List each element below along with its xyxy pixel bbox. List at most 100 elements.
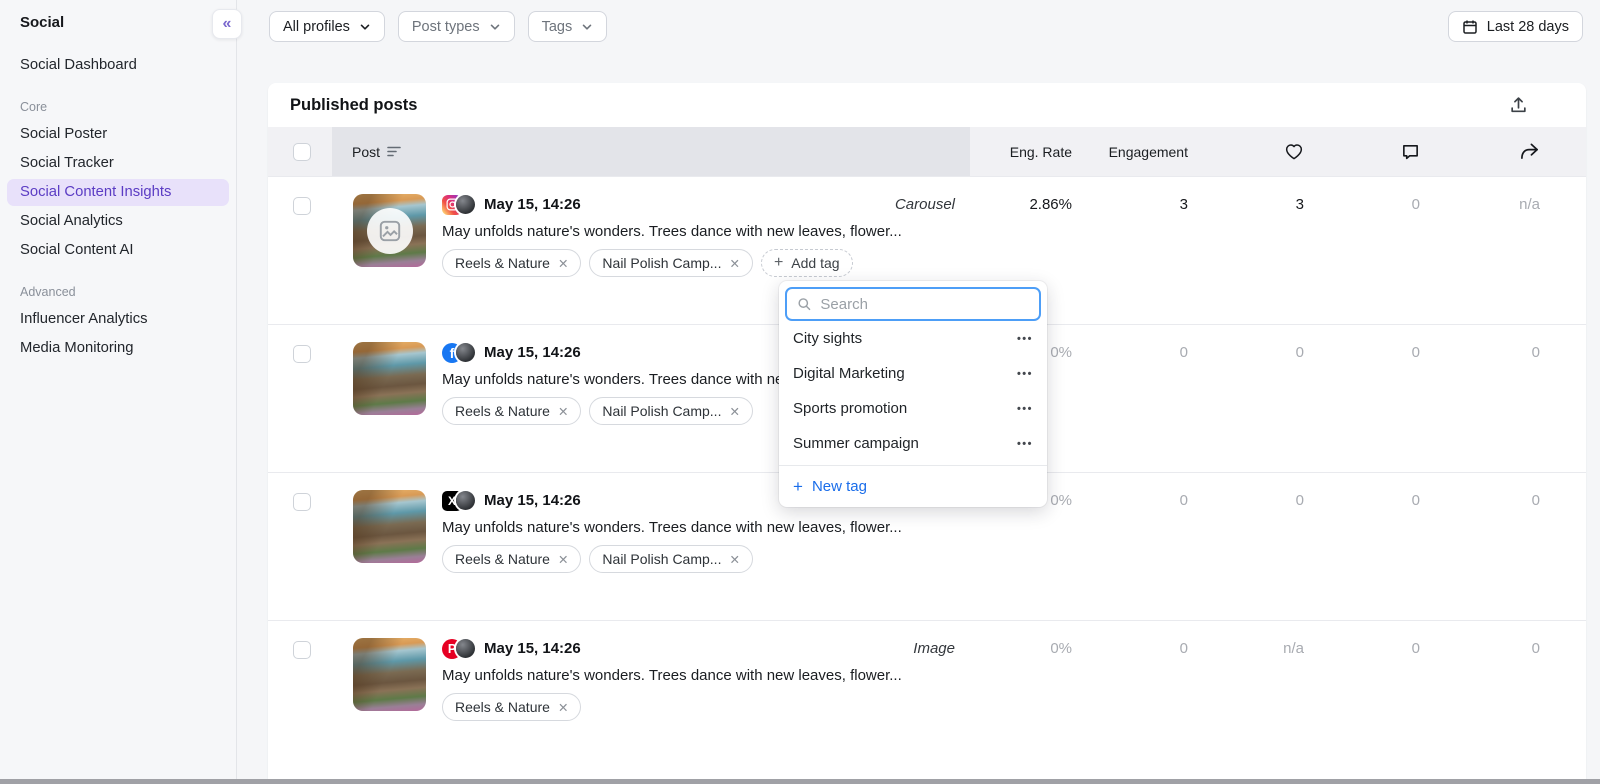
profile-avatar bbox=[456, 343, 475, 362]
tag-option-digital-marketing[interactable]: Digital Marketing ••• bbox=[779, 356, 1047, 391]
row-checkbox[interactable] bbox=[293, 641, 311, 659]
post-types-filter-label: Post types bbox=[412, 19, 480, 35]
sidebar-item-social-content-ai[interactable]: Social Content AI bbox=[7, 237, 229, 264]
comments-value: 0 bbox=[1304, 325, 1420, 472]
remove-tag-icon[interactable]: ✕ bbox=[729, 404, 739, 419]
post-cell: P May 15, 14:26 Image May unfolds nature… bbox=[332, 621, 970, 768]
sidebar-item-social-content-insights[interactable]: Social Content Insights bbox=[7, 179, 229, 206]
tag-chip[interactable]: Nail Polish Camp...✕ bbox=[589, 545, 753, 573]
column-header-engagement[interactable]: Engagement bbox=[1072, 127, 1188, 176]
profiles-filter-label: All profiles bbox=[283, 19, 350, 35]
tag-chip[interactable]: Reels & Nature✕ bbox=[442, 545, 581, 573]
horizontal-scrollbar[interactable] bbox=[0, 779, 1600, 784]
tag-dropdown: City sights ••• Digital Marketing ••• Sp… bbox=[779, 281, 1047, 507]
post-thumbnail[interactable] bbox=[353, 490, 426, 563]
sidebar-item-social-dashboard[interactable]: Social Dashboard bbox=[7, 52, 229, 79]
more-options-icon[interactable]: ••• bbox=[1017, 368, 1033, 380]
tag-chip[interactable]: Reels & Nature✕ bbox=[442, 249, 581, 277]
post-type-label: Image bbox=[913, 640, 955, 657]
search-icon bbox=[797, 296, 811, 312]
post-tags: Reels & Nature✕ Nail Polish Camp...✕ bbox=[442, 545, 955, 573]
tag-chip[interactable]: Nail Polish Camp...✕ bbox=[589, 397, 753, 425]
tag-chip[interactable]: Reels & Nature✕ bbox=[442, 397, 581, 425]
sidebar-item-social-poster[interactable]: Social Poster bbox=[7, 121, 229, 148]
eng-rate-value: 0% bbox=[970, 621, 1072, 768]
more-options-icon[interactable]: ••• bbox=[1017, 403, 1033, 415]
remove-tag-icon[interactable]: ✕ bbox=[729, 256, 739, 271]
calendar-icon bbox=[1462, 19, 1478, 35]
likes-value: 0 bbox=[1188, 473, 1304, 620]
post-thumbnail[interactable] bbox=[353, 342, 426, 415]
post-text: May unfolds nature's wonders. Trees danc… bbox=[442, 223, 955, 240]
sidebar-item-social-tracker[interactable]: Social Tracker bbox=[7, 150, 229, 177]
comment-icon bbox=[1401, 142, 1420, 161]
remove-tag-icon[interactable]: ✕ bbox=[558, 700, 568, 715]
engagement-value: 3 bbox=[1072, 177, 1188, 324]
date-range-button[interactable]: Last 28 days bbox=[1448, 11, 1583, 42]
post-date: May 15, 14:26 bbox=[484, 640, 581, 657]
shares-value: n/a bbox=[1420, 177, 1540, 324]
chevron-down-icon bbox=[359, 21, 371, 33]
comments-value: 0 bbox=[1304, 177, 1420, 324]
remove-tag-icon[interactable]: ✕ bbox=[558, 256, 568, 271]
row-checkbox[interactable] bbox=[293, 345, 311, 363]
social-content-insights-page: Social Social Dashboard Core Social Post… bbox=[0, 0, 1600, 784]
post-thumbnail[interactable] bbox=[353, 194, 426, 267]
sidebar-section-advanced: Advanced bbox=[20, 285, 236, 299]
export-icon bbox=[1509, 96, 1528, 115]
table-header: Post Eng. Rate Engagement bbox=[268, 127, 1586, 176]
chevron-down-icon bbox=[489, 21, 501, 33]
export-button[interactable] bbox=[1507, 94, 1530, 117]
row-checkbox[interactable] bbox=[293, 493, 311, 511]
platform-icons: f bbox=[442, 343, 475, 363]
likes-value: 0 bbox=[1188, 325, 1304, 472]
post-thumbnail[interactable] bbox=[353, 638, 426, 711]
tag-option-summer-campaign[interactable]: Summer campaign ••• bbox=[779, 426, 1047, 461]
plus-icon: + bbox=[793, 477, 803, 497]
post-types-filter-button[interactable]: Post types bbox=[398, 11, 515, 42]
shares-value: 0 bbox=[1420, 325, 1540, 472]
remove-tag-icon[interactable]: ✕ bbox=[558, 552, 568, 567]
profile-avatar bbox=[456, 195, 475, 214]
profile-avatar bbox=[456, 491, 475, 510]
profile-avatar bbox=[456, 639, 475, 658]
tag-option-city-sights[interactable]: City sights ••• bbox=[779, 321, 1047, 356]
more-options-icon[interactable]: ••• bbox=[1017, 438, 1033, 450]
tag-chip[interactable]: Reels & Nature✕ bbox=[442, 693, 581, 721]
column-header-likes[interactable] bbox=[1188, 127, 1304, 176]
tags-filter-button[interactable]: Tags bbox=[528, 11, 608, 42]
row-checkbox[interactable] bbox=[293, 197, 311, 215]
panel-title: Published posts bbox=[290, 96, 1507, 115]
remove-tag-icon[interactable]: ✕ bbox=[558, 404, 568, 419]
tag-search-field bbox=[785, 287, 1041, 321]
add-tag-button[interactable]: +Add tag bbox=[761, 249, 853, 277]
image-icon bbox=[377, 218, 403, 244]
select-all-checkbox[interactable] bbox=[293, 143, 311, 161]
new-tag-button[interactable]: + New tag bbox=[779, 466, 1047, 507]
tags-filter-label: Tags bbox=[542, 19, 573, 35]
table-row: P May 15, 14:26 Image May unfolds nature… bbox=[268, 620, 1586, 768]
post-type-label: Carousel bbox=[895, 196, 955, 213]
tag-option-sports-promotion[interactable]: Sports promotion ••• bbox=[779, 391, 1047, 426]
sidebar-collapse-button[interactable]: « bbox=[212, 9, 242, 39]
likes-value: n/a bbox=[1188, 621, 1304, 768]
sidebar-item-social-analytics[interactable]: Social Analytics bbox=[7, 208, 229, 235]
sidebar-item-influencer-analytics[interactable]: Influencer Analytics bbox=[7, 306, 229, 333]
column-header-shares[interactable] bbox=[1420, 127, 1540, 176]
post-date: May 15, 14:26 bbox=[484, 196, 581, 213]
remove-tag-icon[interactable]: ✕ bbox=[729, 552, 739, 567]
sidebar: Social Social Dashboard Core Social Post… bbox=[0, 0, 237, 784]
column-header-post[interactable]: Post bbox=[332, 127, 970, 176]
more-options-icon[interactable]: ••• bbox=[1017, 333, 1033, 345]
column-header-comments[interactable] bbox=[1304, 127, 1420, 176]
post-text: May unfolds nature's wonders. Trees danc… bbox=[442, 667, 955, 684]
platform-icons: P bbox=[442, 639, 475, 659]
column-header-eng-rate[interactable]: Eng. Rate bbox=[970, 127, 1072, 176]
tag-search-input[interactable] bbox=[820, 296, 1029, 313]
profiles-filter-button[interactable]: All profiles bbox=[269, 11, 385, 42]
tag-chip[interactable]: Nail Polish Camp...✕ bbox=[589, 249, 753, 277]
plus-icon: + bbox=[774, 254, 783, 272]
sidebar-item-media-monitoring[interactable]: Media Monitoring bbox=[7, 335, 229, 362]
panel-header: Published posts bbox=[268, 83, 1586, 127]
post-date: May 15, 14:26 bbox=[484, 492, 581, 509]
